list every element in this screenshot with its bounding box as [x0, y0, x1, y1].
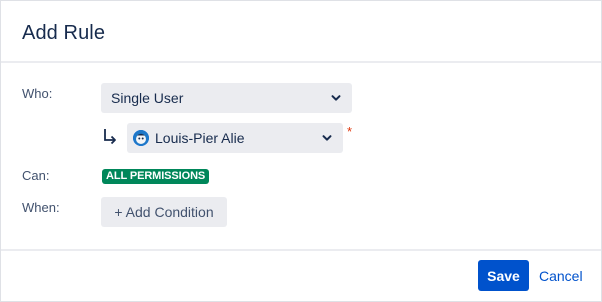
dialog-footer: Save Cancel [1, 249, 601, 301]
who-select-value: Single User [111, 90, 184, 106]
cancel-button[interactable]: Cancel [539, 268, 583, 284]
add-condition-button[interactable]: + Add Condition [101, 197, 227, 227]
dialog-header: Add Rule [1, 1, 601, 63]
who-label: Who: [22, 86, 53, 101]
chevron-down-icon [321, 132, 333, 144]
user-avatar [133, 130, 149, 146]
arrow-down-right-icon [102, 127, 118, 147]
save-button[interactable]: Save [478, 260, 529, 291]
user-select[interactable]: Louis-Pier Alie [127, 123, 343, 153]
dialog-body: Who: Single User Louis-Pier Alie * Can: … [1, 63, 601, 249]
chevron-down-icon [330, 92, 342, 104]
permission-badge: ALL PERMISSIONS [102, 169, 210, 184]
required-marker: * [347, 124, 353, 139]
who-select[interactable]: Single User [101, 83, 352, 113]
add-rule-dialog: Add Rule Who: Single User Louis-Pier Ali… [0, 0, 602, 302]
user-select-value: Louis-Pier Alie [155, 130, 245, 146]
can-label: Can: [22, 168, 50, 183]
when-label: When: [22, 200, 60, 215]
dialog-title: Add Rule [22, 22, 106, 44]
